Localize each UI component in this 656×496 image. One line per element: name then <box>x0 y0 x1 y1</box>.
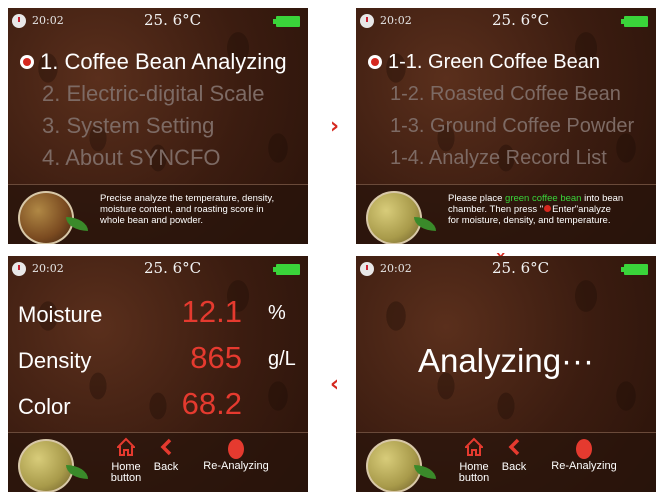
time-display: 20:02 <box>32 262 64 275</box>
analyzing-message: Analyzing··· <box>417 342 595 379</box>
menu-item-green-coffee-bean[interactable]: 1-1. Green Coffee Bean <box>362 46 656 78</box>
status-bar: 20:02 25. 6°C <box>356 8 656 36</box>
temperature-display: 25. 6°C <box>492 259 550 277</box>
menu-item-system-setting[interactable]: 3. System Setting <box>14 110 308 142</box>
back-button[interactable]: Back <box>494 437 534 473</box>
home-icon <box>463 437 485 456</box>
re-analyzing-label: Re-Analyzing <box>203 460 269 472</box>
radio-selected-icon <box>368 55 382 69</box>
record-dot-icon <box>576 439 592 459</box>
button-footer: Home button Back Re-Analyzing <box>356 432 656 492</box>
time-display: 20:02 <box>32 14 64 27</box>
measurement-value: 68.2 <box>181 386 242 421</box>
back-icon <box>160 438 172 456</box>
measurement-label: Moisture <box>18 302 103 327</box>
info-text: Precise analyze the temperature, density… <box>100 193 308 226</box>
measurement-label: Color <box>18 394 71 419</box>
info-line: moisture content, and roasting score in <box>100 204 264 215</box>
menu-item-label: 1. Coffee Bean Analyzing <box>40 49 287 74</box>
menu-item-about-syncfo[interactable]: 4. About SYNCFO <box>14 142 308 174</box>
measurement-row-moisture: Moisture 12.1 % <box>18 294 308 340</box>
main-menu-screen: 20:02 25. 6°C 1. Coffee Bean Analyzing 2… <box>8 8 308 244</box>
back-button-label: Back <box>501 461 527 473</box>
record-dot-icon <box>228 439 244 459</box>
results-screen: 20:02 25. 6°C Moisture 12.1 % Density 86… <box>8 256 308 492</box>
battery-icon <box>273 16 300 27</box>
temperature-display: 25. 6°C <box>492 11 550 29</box>
menu-item-roasted-coffee-bean[interactable]: 1-2. Roasted Coffee Bean <box>362 78 656 110</box>
info-line: for moisture, density, and temperature. <box>448 215 611 226</box>
info-text-part: into bean <box>581 193 624 204</box>
battery-icon <box>621 264 648 275</box>
radio-selected-icon <box>20 55 34 69</box>
home-button[interactable]: Home button <box>106 437 146 484</box>
time-display: 20:02 <box>380 262 412 275</box>
re-analyzing-label: Re-Analyzing <box>551 460 617 472</box>
status-bar: 20:02 25. 6°C <box>8 256 308 284</box>
info-text-part: Enter"analyze <box>552 204 611 215</box>
menu-item-label: 1-1. Green Coffee Bean <box>388 51 600 73</box>
info-line: Please place green coffee bean into bean <box>448 193 656 204</box>
battery-icon <box>621 16 648 27</box>
measurement-value: 12.1 <box>181 294 242 329</box>
temperature-display: 25. 6°C <box>144 259 202 277</box>
enter-dot-icon <box>544 205 552 212</box>
measurement-row-density: Density 865 g/L <box>18 340 308 386</box>
info-footer: Precise analyze the temperature, density… <box>8 184 308 244</box>
menu-item-ground-coffee-powder[interactable]: 1-3. Ground Coffee Powder <box>362 110 656 142</box>
measurement-label: Density <box>18 348 92 373</box>
home-button-label: button <box>458 472 490 484</box>
flow-arrow-left-icon: ‹ <box>330 372 340 397</box>
time-display: 20:02 <box>380 14 412 27</box>
measurement-results: Moisture 12.1 % Density 865 g/L Color 68… <box>18 294 308 432</box>
menu-item-analyze-record-list[interactable]: 1-4. Analyze Record List <box>362 142 656 174</box>
info-footer: Please place green coffee bean into bean… <box>356 184 656 244</box>
info-line: whole bean and powder. <box>100 215 203 226</box>
analyze-submenu-screen: 20:02 25. 6°C 1-1. Green Coffee Bean 1-2… <box>356 8 656 244</box>
clock-icon <box>12 262 26 276</box>
info-text-part: Please place <box>448 193 506 204</box>
re-analyzing-button[interactable]: Re-Analyzing <box>536 437 632 472</box>
home-button-label: button <box>110 472 142 484</box>
flow-arrow-right-icon: › <box>330 114 340 139</box>
info-line: Precise analyze the temperature, density… <box>100 193 275 204</box>
battery-icon <box>273 264 300 275</box>
measurement-unit: % <box>268 302 286 324</box>
re-analyzing-button[interactable]: Re-Analyzing <box>188 437 284 472</box>
back-button-label: Back <box>153 461 179 473</box>
measurement-value: 865 <box>190 340 242 375</box>
analyzing-screen: 20:02 25. 6°C Analyzing··· Home button B… <box>356 256 656 492</box>
menu-item-coffee-bean-analyzing[interactable]: 1. Coffee Bean Analyzing <box>14 46 308 78</box>
main-menu: 1. Coffee Bean Analyzing 2. Electric-dig… <box>14 46 308 174</box>
back-button[interactable]: Back <box>146 437 186 473</box>
clock-icon <box>360 262 374 276</box>
analyze-submenu: 1-1. Green Coffee Bean 1-2. Roasted Coff… <box>362 46 656 174</box>
status-bar: 20:02 25. 6°C <box>356 256 656 284</box>
home-icon <box>115 437 137 456</box>
measurement-unit: g/L <box>268 348 296 370</box>
info-text-part: chamber. Then press " <box>448 204 544 215</box>
clock-icon <box>360 14 374 28</box>
menu-item-electric-digital-scale[interactable]: 2. Electric-digital Scale <box>14 78 308 110</box>
measurement-row-color: Color 68.2 <box>18 386 308 432</box>
home-button[interactable]: Home button <box>454 437 494 484</box>
button-footer: Home button Back Re-Analyzing <box>8 432 308 492</box>
info-text: Please place green coffee bean into bean… <box>448 193 656 226</box>
info-highlight: green coffee bean <box>505 193 582 204</box>
temperature-display: 25. 6°C <box>144 11 202 29</box>
back-icon <box>508 438 520 456</box>
clock-icon <box>12 14 26 28</box>
status-bar: 20:02 25. 6°C <box>8 8 308 36</box>
info-line: chamber. Then press " Enter"analyze <box>448 204 656 215</box>
